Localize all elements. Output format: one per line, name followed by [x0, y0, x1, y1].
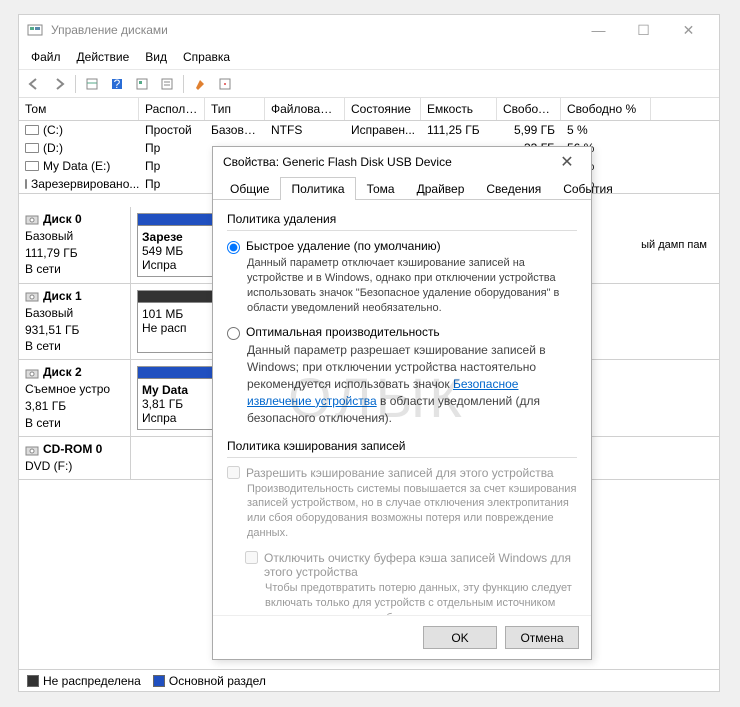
close-button[interactable]: ✕: [666, 16, 711, 44]
col-free[interactable]: Свобод...: [497, 98, 561, 120]
menu-file[interactable]: Файл: [23, 47, 69, 67]
table-header: Том Располо... Тип Файловая с... Состоян…: [19, 98, 719, 121]
col-volume[interactable]: Том: [19, 98, 139, 120]
dialog-title: Свойства: Generic Flash Disk USB Device: [223, 155, 553, 169]
tab-events[interactable]: События: [552, 177, 624, 200]
drive-icon: [25, 161, 39, 171]
disk-icon: [25, 443, 39, 457]
col-status[interactable]: Состояние: [345, 98, 421, 120]
refresh-icon[interactable]: [131, 73, 153, 95]
cancel-button[interactable]: Отмена: [505, 626, 579, 649]
help-icon[interactable]: ?: [106, 73, 128, 95]
toolbar: ?: [19, 70, 719, 98]
titlebar: Управление дисками — ☐ ✕: [19, 15, 719, 45]
menu-view[interactable]: Вид: [137, 47, 175, 67]
table-row[interactable]: (C:) Простой Базовый NTFS Исправен... 11…: [19, 121, 719, 139]
disk-mgmt-icon: [27, 22, 43, 38]
legend-swatch-primary: [153, 675, 165, 687]
drive-icon: [25, 179, 27, 189]
col-capacity[interactable]: Емкость: [421, 98, 497, 120]
disable-flush-checkbox: [245, 551, 258, 564]
enable-cache-desc: Производительность системы повышается за…: [247, 482, 577, 541]
tab-volumes[interactable]: Тома: [356, 177, 406, 200]
enable-cache-checkbox: [227, 466, 240, 479]
disk-icon: [25, 212, 39, 226]
tab-details[interactable]: Сведения: [475, 177, 552, 200]
view-icon[interactable]: [81, 73, 103, 95]
legend-primary: Основной раздел: [169, 674, 266, 688]
menu-action[interactable]: Действие: [69, 47, 138, 67]
back-icon[interactable]: [23, 73, 45, 95]
tab-policy[interactable]: Политика: [280, 177, 355, 200]
disk-info[interactable]: Диск 1Базовый931,51 ГБВ сети: [19, 284, 131, 359]
write-cache-label: Политика кэширования записей: [227, 437, 577, 455]
quick-removal-desc: Данный параметр отключает кэширование за…: [247, 256, 577, 315]
dialog-tabs: Общие Политика Тома Драйвер Сведения Соб…: [213, 177, 591, 200]
drive-icon: [25, 125, 39, 135]
removal-policy-label: Политика удаления: [227, 210, 577, 228]
menubar: Файл Действие Вид Справка: [19, 45, 719, 70]
disable-flush-desc: Чтобы предотвратить потерю данных, эту ф…: [265, 581, 577, 615]
disk-info[interactable]: Диск 0Базовый111,79 ГБВ сети: [19, 207, 131, 283]
disk-info[interactable]: Диск 2Съемное устро3,81 ГБВ сети: [19, 360, 131, 436]
action-icon[interactable]: [189, 73, 211, 95]
menu-help[interactable]: Справка: [175, 47, 238, 67]
disable-flush-label: Отключить очистку буфера кэша записей Wi…: [264, 551, 577, 579]
properties-icon[interactable]: [214, 73, 236, 95]
maximize-button[interactable]: ☐: [621, 16, 666, 44]
forward-icon[interactable]: [48, 73, 70, 95]
list-icon[interactable]: [156, 73, 178, 95]
col-fs[interactable]: Файловая с...: [265, 98, 345, 120]
dialog-close-button[interactable]: ✕: [553, 152, 581, 172]
quick-removal-label: Быстрое удаление (по умолчанию): [246, 239, 441, 253]
tab-driver[interactable]: Драйвер: [406, 177, 476, 200]
legend: Не распределена Основной раздел: [19, 669, 719, 691]
legend-unallocated: Не распределена: [43, 674, 141, 688]
better-perf-desc: Данный параметр разрешает кэширование за…: [247, 342, 577, 426]
enable-cache-label: Разрешить кэширование записей для этого …: [246, 466, 554, 480]
window-title: Управление дисками: [51, 23, 576, 37]
col-type[interactable]: Тип: [205, 98, 265, 120]
ok-button[interactable]: OK: [423, 626, 497, 649]
svg-text:?: ?: [114, 77, 121, 91]
properties-dialog: Свойства: Generic Flash Disk USB Device …: [212, 146, 592, 660]
legend-swatch-unalloc: [27, 675, 39, 687]
minimize-button[interactable]: —: [576, 16, 621, 44]
disk-icon: [25, 289, 39, 303]
col-pct[interactable]: Свободно %: [561, 98, 651, 120]
drive-icon: [25, 143, 39, 153]
better-perf-label: Оптимальная производительность: [246, 325, 440, 339]
tab-general[interactable]: Общие: [219, 177, 280, 200]
dialog-body: Политика удаления Быстрое удаление (по у…: [213, 200, 591, 615]
quick-removal-radio[interactable]: [227, 241, 240, 254]
disk-info[interactable]: CD-ROM 0DVD (F:): [19, 437, 131, 479]
col-layout[interactable]: Располо...: [139, 98, 205, 120]
dialog-titlebar: Свойства: Generic Flash Disk USB Device …: [213, 147, 591, 177]
better-perf-radio[interactable]: [227, 327, 240, 340]
disk-icon: [25, 366, 39, 380]
